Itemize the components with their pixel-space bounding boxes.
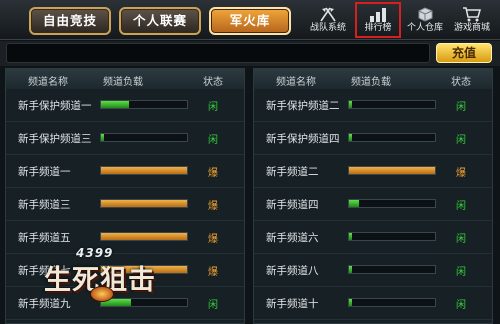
leaderboard-label: 排行榜 xyxy=(364,23,392,33)
channel-row[interactable]: 新手频道十 闲 xyxy=(254,287,492,320)
crossed-flags-icon xyxy=(320,7,336,22)
channel-name: 新手频道六 xyxy=(266,232,319,244)
channel-status: 闲 xyxy=(456,201,466,212)
channel-load-fill xyxy=(349,167,435,174)
channel-row[interactable]: 新手频道三 爆 xyxy=(6,188,244,221)
game-mall-button[interactable]: 游戏商城 xyxy=(449,4,495,38)
channel-row[interactable]: 新手保护频道一 闲 xyxy=(6,89,244,122)
channel-load-fill xyxy=(349,101,352,108)
channel-status: 爆 xyxy=(208,267,218,278)
channel-load-fill xyxy=(101,134,104,141)
channel-status: 闲 xyxy=(208,300,218,311)
tab-free-arena[interactable]: 自由竞技 xyxy=(29,7,111,35)
column-header-state: 状态 xyxy=(451,77,471,88)
channel-name: 新手频道十 xyxy=(266,298,319,310)
channel-name: 新手频道五 xyxy=(18,232,71,244)
channel-row[interactable]: 新手频道八 闲 xyxy=(254,254,492,287)
channel-load-fill xyxy=(349,299,352,306)
channel-load-bar xyxy=(100,232,188,241)
channel-load-bar xyxy=(100,100,188,109)
channel-load-bar xyxy=(348,166,436,175)
channel-load-bar xyxy=(348,298,436,307)
channel-load-fill xyxy=(349,266,352,273)
channel-status: 闲 xyxy=(456,234,466,245)
logo-emblem-icon xyxy=(90,286,114,302)
channel-row[interactable]: 新手保护频道四 闲 xyxy=(254,122,492,155)
channel-load-bar xyxy=(348,133,436,142)
channel-row[interactable]: 新手频道二 爆 xyxy=(254,155,492,188)
channel-row[interactable]: 新手频道四 闲 xyxy=(254,188,492,221)
top-navigation-bar: 自由竞技 个人联赛 军火库 战队系统 排行榜 个人仓库 游戏商城 xyxy=(0,0,500,40)
channel-status: 爆 xyxy=(456,168,466,179)
channel-status: 爆 xyxy=(208,234,218,245)
game-mall-label: 游戏商城 xyxy=(453,23,490,33)
channel-load-fill xyxy=(349,200,360,207)
channel-load-bar xyxy=(348,232,436,241)
channel-load-bar xyxy=(100,133,188,142)
leaderboard-button[interactable]: 排行榜 xyxy=(355,2,401,38)
channel-row[interactable]: 新手保护频道二 闲 xyxy=(254,89,492,122)
channel-load-fill xyxy=(349,134,352,141)
column-header-load: 频道负载 xyxy=(351,77,391,88)
channel-name: 新手保护频道二 xyxy=(266,100,340,112)
tab-armory[interactable]: 军火库 xyxy=(209,7,291,35)
column-header-name: 频道名称 xyxy=(276,77,316,88)
channel-load-fill xyxy=(101,167,187,174)
channel-load-bar xyxy=(100,166,188,175)
channel-row[interactable]: 新手频道一 爆 xyxy=(6,155,244,188)
recharge-button[interactable]: 充值 xyxy=(436,43,492,63)
channel-name: 新手频道一 xyxy=(18,166,71,178)
bar-chart-icon xyxy=(370,8,386,22)
channel-list-right: 频道名称 频道负载 状态 新手保护频道二闲新手保护频道四闲新手频道二爆新手频道四… xyxy=(253,68,493,324)
tab-personal-league[interactable]: 个人联赛 xyxy=(119,7,201,35)
channel-table-header: 频道名称 频道负载 状态 xyxy=(254,69,492,89)
clan-system-button[interactable]: 战队系统 xyxy=(304,4,352,38)
channel-status: 闲 xyxy=(456,135,466,146)
channel-load-fill xyxy=(349,233,352,240)
channel-name: 新手保护频道四 xyxy=(266,133,340,145)
channel-status: 闲 xyxy=(208,102,218,113)
channel-status: 闲 xyxy=(456,102,466,113)
message-strip xyxy=(6,43,430,63)
channel-status: 闲 xyxy=(456,300,466,311)
channel-name: 新手保护频道一 xyxy=(18,100,92,112)
box-icon xyxy=(418,7,433,22)
game-logo: 4399 生死狙击 xyxy=(22,246,182,312)
channel-load-bar xyxy=(348,265,436,274)
channel-load-fill xyxy=(101,101,130,108)
channel-status: 闲 xyxy=(208,135,218,146)
channel-load-fill xyxy=(101,233,187,240)
channel-status: 爆 xyxy=(208,201,218,212)
clan-system-label: 战队系统 xyxy=(309,23,346,33)
personal-warehouse-button[interactable]: 个人仓库 xyxy=(402,4,448,38)
channel-status: 闲 xyxy=(456,267,466,278)
channel-name: 新手频道二 xyxy=(266,166,319,178)
column-header-name: 频道名称 xyxy=(28,77,68,88)
channel-name: 新手保护频道三 xyxy=(18,133,92,145)
channel-load-fill xyxy=(101,200,187,207)
channel-load-bar xyxy=(348,100,436,109)
channel-load-bar xyxy=(100,199,188,208)
personal-warehouse-label: 个人仓库 xyxy=(406,23,443,33)
channel-name: 新手频道四 xyxy=(266,199,319,211)
column-header-state: 状态 xyxy=(203,77,223,88)
channel-table-header: 频道名称 频道负载 状态 xyxy=(6,69,244,89)
shopping-cart-icon xyxy=(463,7,481,22)
channel-status: 爆 xyxy=(208,168,218,179)
channel-row[interactable]: 新手频道六 闲 xyxy=(254,221,492,254)
info-bar: 充值 xyxy=(0,41,500,66)
column-header-load: 频道负载 xyxy=(103,77,143,88)
channel-name: 新手频道八 xyxy=(266,265,319,277)
channel-name: 新手频道三 xyxy=(18,199,71,211)
channel-row[interactable]: 新手保护频道三 闲 xyxy=(6,122,244,155)
channel-load-bar xyxy=(348,199,436,208)
